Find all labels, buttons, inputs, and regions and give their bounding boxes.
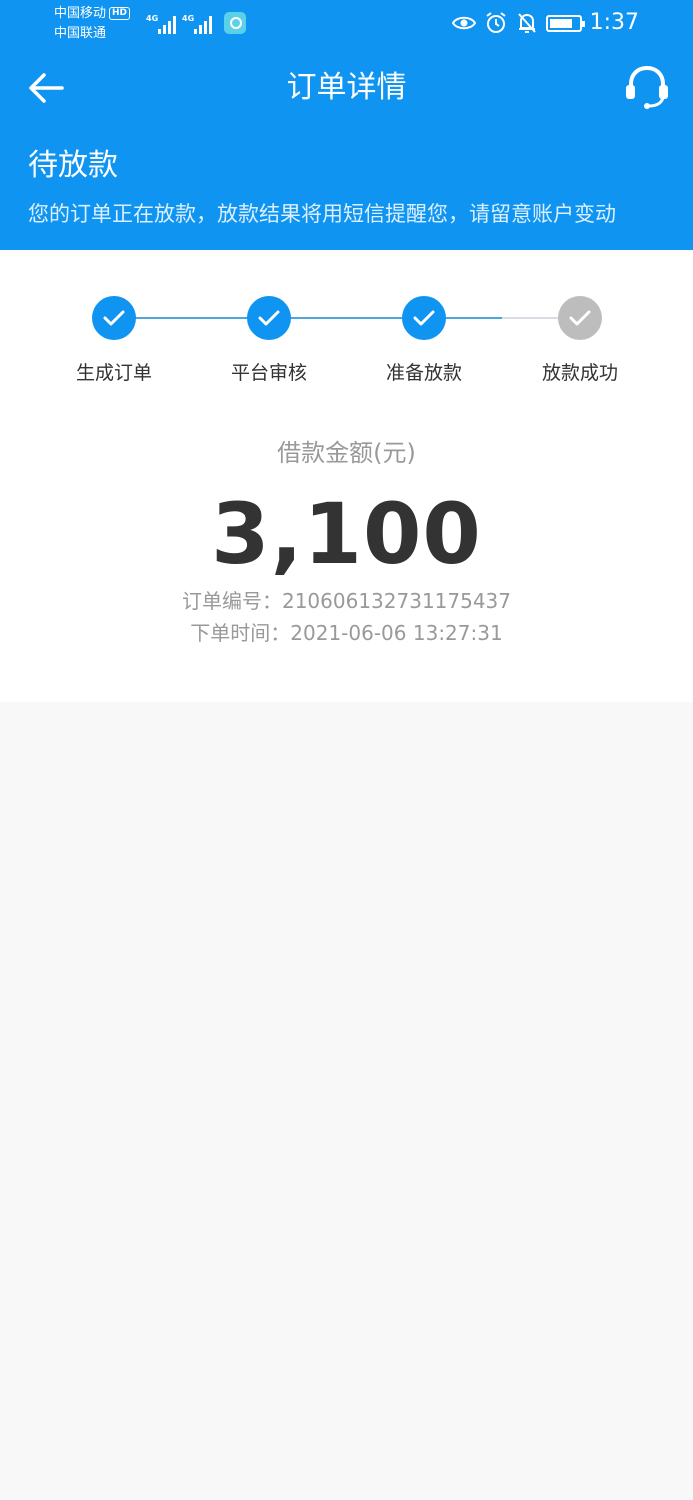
battery-icon: [545, 14, 585, 32]
status-bar: 中国移动 HD 中国联通 4G 4G 1:37: [0, 0, 693, 48]
alarm-icon: [485, 12, 506, 33]
step-1-check-icon: [92, 296, 136, 340]
step-2-check-icon: [247, 296, 291, 340]
status-time: 1:37: [589, 10, 639, 35]
order-time: 下单时间：2021-06-06 13:27:31: [190, 621, 503, 645]
step-1-label: 生成订单: [75, 362, 152, 384]
hd-icon: HD: [109, 7, 131, 20]
header: 中国移动 HD 中国联通 4G 4G 1:37 订单详情 待放款 您的订单正在放…: [0, 0, 693, 250]
eye-icon: [451, 16, 476, 30]
signal-icons: 4G 4G: [146, 12, 246, 34]
customer-service-button[interactable]: [623, 62, 671, 112]
headset-icon: [626, 65, 668, 109]
step-4-check-icon: [558, 296, 602, 340]
loan-amount-label: 借款金额(元): [277, 439, 416, 467]
network-type-2: 4G: [182, 14, 195, 23]
step-4-label: 放款成功: [541, 362, 618, 384]
carrier-1: 中国移动: [54, 6, 107, 21]
carrier-info: 中国移动 HD 中国联通: [54, 4, 131, 44]
status-right: 1:37: [451, 9, 639, 37]
step-connector-1: [114, 317, 269, 319]
signal-icon-2: 4G: [182, 14, 212, 34]
progress-stepper: 生成订单 平台审核 准备放款 放款成功: [0, 296, 693, 396]
step-2-label: 平台审核: [230, 362, 307, 384]
page-title: 订单详情: [286, 70, 407, 105]
carrier-2: 中国联通: [54, 26, 107, 41]
order-number: 订单编号：210606132731175437: [181, 589, 512, 613]
mute-bell-icon: [517, 13, 536, 33]
order-status-heading: 待放款: [28, 148, 118, 183]
order-status-description: 您的订单正在放款，放款结果将用短信提醒您，请留意账户变动: [28, 202, 616, 226]
step-3-label: 准备放款: [385, 362, 462, 384]
hotspot-icon: [224, 12, 246, 34]
order-card: 生成订单 平台审核 准备放款 放款成功 借款金额(元) 3,100 订单编号：2…: [0, 250, 693, 702]
loan-amount-value: 3,100: [211, 485, 482, 583]
step-3-check-icon: [402, 296, 446, 340]
network-type-1: 4G: [146, 14, 159, 23]
step-connector-2: [269, 317, 424, 319]
signal-icon-1: 4G: [146, 14, 176, 34]
